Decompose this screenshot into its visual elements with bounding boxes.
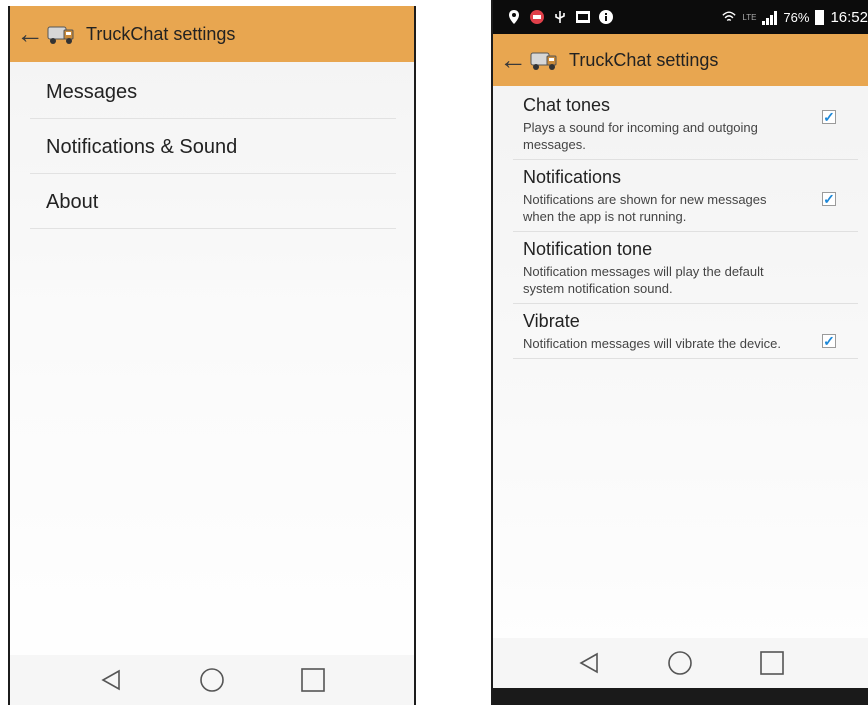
nav-recents-button[interactable] <box>293 660 333 700</box>
truck-icon <box>47 26 74 44</box>
menu-item-about[interactable]: About <box>30 174 396 229</box>
gallery-icon <box>576 10 590 24</box>
check-icon: ✓ <box>823 191 835 207</box>
back-arrow-icon[interactable]: ← <box>499 46 527 74</box>
setting-title: Notifications <box>523 167 622 187</box>
battery-percent: 76% <box>783 9 810 25</box>
setting-notification-tone[interactable]: Notification tone Notification messages … <box>513 232 858 304</box>
vibrate-checkbox[interactable]: ✓ <box>822 334 836 348</box>
location-icon <box>507 10 521 24</box>
home-icon <box>200 668 224 692</box>
settings-menu: Messages Notifications & Sound About <box>30 64 396 229</box>
setting-title: Chat tones <box>523 95 611 115</box>
back-icon <box>579 652 598 674</box>
bottom-system-strip <box>493 688 868 705</box>
appbar-title: TruckChat settings <box>569 49 719 70</box>
nav-back-button[interactable] <box>91 660 131 700</box>
battery-icon <box>815 9 825 25</box>
setting-description: Notification messages will play the defa… <box>523 264 764 296</box>
settings-list: Chat tones Plays a sound for incoming an… <box>513 88 858 359</box>
menu-item-messages[interactable]: Messages <box>30 64 396 119</box>
nav-recents-button[interactable] <box>752 643 792 683</box>
wifi-icon <box>722 10 736 24</box>
status-bar: LTE 76% 16:52 <box>493 0 868 34</box>
setting-title: Notification tone <box>523 239 653 259</box>
nav-back-button[interactable] <box>569 643 609 683</box>
usb-icon <box>553 10 567 24</box>
setting-title: Vibrate <box>523 311 580 331</box>
record-icon <box>530 10 544 24</box>
nav-home-button[interactable] <box>192 660 232 700</box>
home-icon <box>668 651 693 675</box>
back-arrow-icon[interactable]: ← <box>16 20 44 48</box>
network-label: LTE <box>742 12 757 22</box>
recents-icon <box>301 668 326 692</box>
menu-item-notifications-sound[interactable]: Notifications & Sound <box>30 119 396 174</box>
setting-description: Notification messages will vibrate the d… <box>523 336 781 351</box>
recents-icon <box>760 651 784 675</box>
setting-notifications[interactable]: Notifications Notifications are shown fo… <box>513 160 858 232</box>
appbar-title: TruckChat settings <box>86 23 236 44</box>
app-bar: ← TruckChat settings <box>493 34 868 86</box>
setting-description: Notifications are shown for new messages… <box>523 192 767 224</box>
signal-icon <box>762 10 778 25</box>
app-bar: ← TruckChat settings <box>10 6 414 62</box>
check-icon: ✓ <box>823 109 835 125</box>
notifications-checkbox[interactable]: ✓ <box>822 192 836 206</box>
back-icon <box>101 669 120 691</box>
setting-description: Plays a sound for incoming and outgoing … <box>523 120 758 152</box>
right-phone-screen: LTE 76% 16:52 ← TruckChat settings Chat … <box>491 0 868 705</box>
setting-vibrate[interactable]: Vibrate Notification messages will vibra… <box>513 304 858 359</box>
setting-chat-tones[interactable]: Chat tones Plays a sound for incoming an… <box>513 88 858 160</box>
nav-home-button[interactable] <box>660 643 700 683</box>
navigation-bar <box>493 638 868 688</box>
check-icon: ✓ <box>823 333 835 349</box>
info-icon <box>599 10 613 24</box>
left-phone-screen: ← TruckChat settings Messages Notificati… <box>8 6 416 705</box>
chat-tones-checkbox[interactable]: ✓ <box>822 110 836 124</box>
navigation-bar <box>10 655 414 705</box>
clock: 16:52 <box>830 8 868 26</box>
truck-icon <box>530 52 557 70</box>
